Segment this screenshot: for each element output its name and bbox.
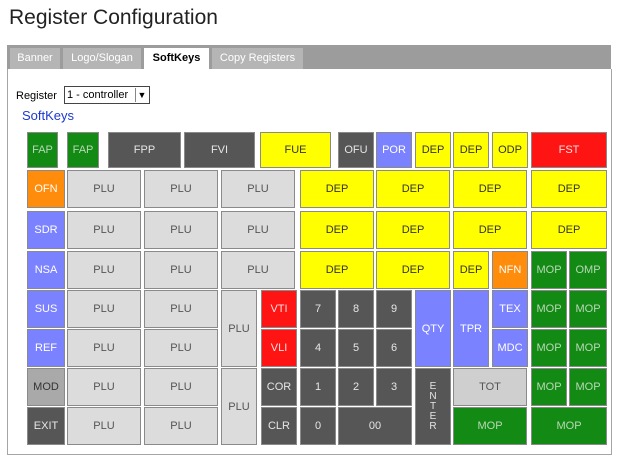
softkey-r7-plu1[interactable]: PLU [67,368,141,406]
softkey-r2-plu1[interactable]: PLU [67,170,141,208]
register-select[interactable]: 1 - controller ▼ [64,86,150,104]
softkey-r3-plu2[interactable]: PLU [144,211,218,249]
page-title: Register Configuration [9,6,218,29]
softkey-r6-ref[interactable]: REF [27,329,65,367]
softkey-r6-mdc[interactable]: MDC [492,329,528,367]
softkey-r1-fap1[interactable]: FAP [27,132,58,168]
softkey-r7-mop2[interactable]: MOP [569,368,607,406]
softkey-r4-omp[interactable]: OMP [569,251,607,289]
softkey-r5-plu1[interactable]: PLU [67,290,141,328]
softkey-r2-dep4[interactable]: DEP [531,170,607,208]
softkey-r6-plu2[interactable]: PLU [144,329,218,367]
register-select-value: 1 - controller [67,89,129,101]
softkey-r8-plu1[interactable]: PLU [67,407,141,445]
softkey-r5-mop1[interactable]: MOP [531,290,567,328]
softkey-r2-plu2[interactable]: PLU [144,170,218,208]
softkey-r1-fst[interactable]: FST [531,132,607,168]
softkey-r2-dep2[interactable]: DEP [376,170,450,208]
softkey-r1-odp[interactable]: ODP [492,132,528,168]
softkey-r4-nfn[interactable]: NFN [492,251,528,289]
softkey-r1-fap2[interactable]: FAP [67,132,99,168]
softkey-r1-fue[interactable]: FUE [260,132,331,168]
softkey-r1-fvi[interactable]: FVI [184,132,255,168]
softkey-r2-ofn[interactable]: OFN [27,170,65,208]
softkey-r8-mop2[interactable]: MOP [531,407,607,445]
softkey-r2-dep1[interactable]: DEP [300,170,374,208]
softkey-r8-clr[interactable]: CLR [261,407,297,445]
softkey-r3-dep1[interactable]: DEP [300,211,374,249]
softkey-r4-plu1[interactable]: PLU [67,251,141,289]
softkey-r7-2[interactable]: 2 [338,368,374,406]
softkey-r3-plu3[interactable]: PLU [221,211,295,249]
softkey-r4-dep2[interactable]: DEP [376,251,450,289]
softkey-r3-plu1[interactable]: PLU [67,211,141,249]
softkey-r7-tot[interactable]: TOT [453,368,527,406]
softkey-r4-dep1[interactable]: DEP [300,251,374,289]
softkey-r7-3[interactable]: 3 [376,368,412,406]
softkey-r4-nsa[interactable]: NSA [27,251,65,289]
softkey-r3-dep3[interactable]: DEP [453,211,527,249]
softkey-r6-mop1[interactable]: MOP [531,329,567,367]
softkey-r6-5[interactable]: 5 [338,329,374,367]
softkey-r8-plu2[interactable]: PLU [144,407,218,445]
softkey-r1-fpp[interactable]: FPP [108,132,181,168]
softkey-r78-enter[interactable]: E N T E R [415,368,451,445]
softkey-r7-1[interactable]: 1 [300,368,336,406]
softkey-grid: FAP FAP FPP FVI FUE OFU POR DEP DEP ODP FST OFN PLU P… [27,132,608,447]
softkey-r6-vli[interactable]: VLI [261,329,297,367]
tab-logo-slogan[interactable]: Logo/Slogan [63,48,141,69]
softkey-r56-plu[interactable]: PLU [221,290,257,367]
softkey-r7-mod[interactable]: MOD [27,368,65,406]
softkey-r8-mop1[interactable]: MOP [453,407,527,445]
softkey-r5-tex[interactable]: TEX [492,290,528,328]
softkey-r56-qty[interactable]: QTY [415,290,451,367]
tab-softkeys[interactable]: SoftKeys [144,48,209,70]
register-label: Register [16,90,57,102]
softkey-r5-9[interactable]: 9 [376,290,412,328]
softkey-r1-dep1[interactable]: DEP [415,132,451,168]
softkey-r6-6[interactable]: 6 [376,329,412,367]
softkey-r3-sdr[interactable]: SDR [27,211,65,249]
softkey-r8-0[interactable]: 0 [300,407,336,445]
softkey-r6-mop2[interactable]: MOP [569,329,607,367]
softkey-r4-plu3[interactable]: PLU [221,251,295,289]
softkey-r3-dep2[interactable]: DEP [376,211,450,249]
softkey-r5-sus[interactable]: SUS [27,290,65,328]
softkey-r7-mop1[interactable]: MOP [531,368,567,406]
softkey-r6-4[interactable]: 4 [300,329,336,367]
softkey-r5-8[interactable]: 8 [338,290,374,328]
softkey-r1-por[interactable]: POR [376,132,412,168]
softkey-r7-cor[interactable]: COR [261,368,297,406]
softkey-r7-plu2[interactable]: PLU [144,368,218,406]
softkey-r5-7[interactable]: 7 [300,290,336,328]
softkey-r8-exit[interactable]: EXIT [27,407,65,445]
softkey-r3-dep4[interactable]: DEP [531,211,607,249]
softkey-r78-plu[interactable]: PLU [221,368,257,445]
softkey-r5-mop2[interactable]: MOP [569,290,607,328]
softkey-r56-tpr[interactable]: TPR [453,290,489,367]
softkey-r1-ofu[interactable]: OFU [338,132,374,168]
tab-banner[interactable]: Banner [10,48,60,69]
softkey-r1-dep2[interactable]: DEP [453,132,489,168]
softkey-r4-plu2[interactable]: PLU [144,251,218,289]
tab-bar: Banner Logo/Slogan SoftKeys Copy Registe… [7,45,611,70]
softkey-r5-plu2[interactable]: PLU [144,290,218,328]
softkey-r8-00[interactable]: 00 [338,407,412,445]
chevron-down-icon: ▼ [135,88,148,102]
softkey-r5-vti[interactable]: VTI [261,290,297,328]
softkey-r4-mop[interactable]: MOP [531,251,567,289]
tab-copy-registers[interactable]: Copy Registers [212,48,303,69]
softkey-r2-dep3[interactable]: DEP [453,170,527,208]
softkey-r6-plu1[interactable]: PLU [67,329,141,367]
softkey-r4-dep3[interactable]: DEP [453,251,489,289]
softkey-r2-plu3[interactable]: PLU [221,170,295,208]
softkeys-heading: SoftKeys [22,108,75,123]
